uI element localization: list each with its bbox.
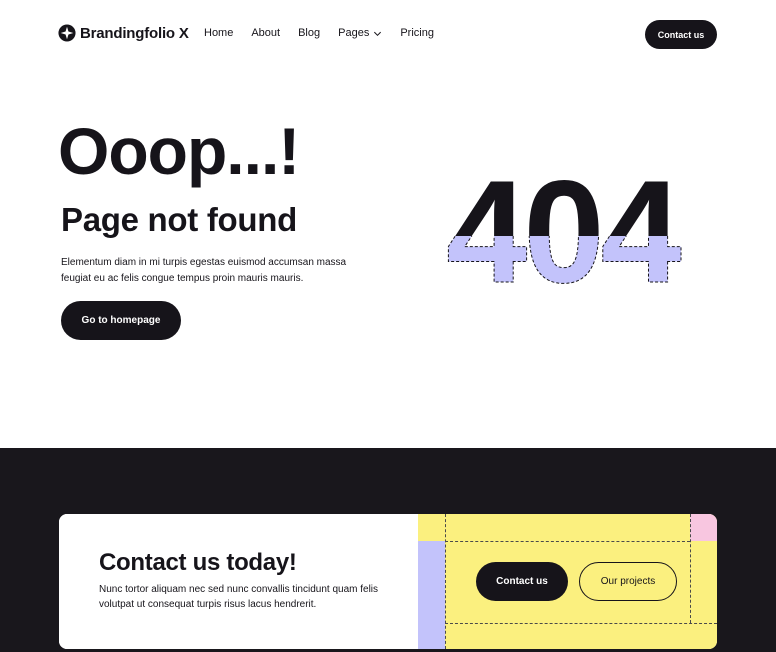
nav-item-blog[interactable]: Blog bbox=[298, 27, 320, 39]
go-to-homepage-button[interactable]: Go to homepage bbox=[61, 301, 181, 340]
cta-title: Contact us today! bbox=[99, 549, 297, 576]
nav-item-pages[interactable]: Pages bbox=[338, 27, 382, 39]
decor-block-lavender bbox=[418, 541, 445, 649]
nav-item-label: About bbox=[251, 27, 281, 39]
nav-item-label: Blog bbox=[298, 27, 321, 39]
decor-block-pink bbox=[690, 514, 717, 541]
page-title: Ooop...! bbox=[58, 114, 300, 188]
decor-guide-line bbox=[445, 514, 446, 649]
nav-item-about[interactable]: About bbox=[251, 27, 280, 39]
contact-button[interactable]: Contact us bbox=[645, 20, 717, 49]
nav-item-home[interactable]: Home bbox=[204, 27, 233, 39]
decor-guide-line bbox=[445, 541, 690, 542]
cta-description: Nunc tortor aliquam nec sed nunc convall… bbox=[99, 584, 379, 610]
nav-item-label: Pricing bbox=[400, 27, 434, 39]
site-header: Brandingfolio X Home About Blog Pages Pr… bbox=[0, 0, 776, 68]
nav-item-label: Pages bbox=[338, 27, 370, 39]
decor-guide-line bbox=[690, 514, 691, 623]
error-404-illustration: 404 404 bbox=[446, 160, 686, 290]
contact-cta-card: Contact us today! Nunc tortor aliquam ne… bbox=[59, 514, 717, 649]
nav-item-pricing[interactable]: Pricing bbox=[400, 27, 434, 39]
decor-guide-line bbox=[445, 623, 717, 624]
chevron-down-icon bbox=[374, 31, 382, 36]
page-subtitle: Page not found bbox=[61, 201, 297, 238]
cta-contact-button[interactable]: Contact us bbox=[476, 562, 568, 601]
main-nav: Home About Blog Pages Pricing bbox=[204, 27, 434, 39]
brand-name: Brandingfolio X bbox=[80, 24, 189, 42]
sparkle-icon bbox=[58, 24, 76, 42]
brand-logo[interactable]: Brandingfolio X bbox=[58, 24, 189, 42]
our-projects-button[interactable]: Our projects bbox=[579, 562, 677, 601]
nav-item-label: Home bbox=[204, 27, 234, 39]
hero-description: Elementum diam in mi turpis egestas euis… bbox=[61, 257, 347, 284]
cta-text-panel: Contact us today! Nunc tortor aliquam ne… bbox=[59, 514, 418, 649]
cta-action-panel: Contact us Our projects bbox=[418, 514, 717, 649]
